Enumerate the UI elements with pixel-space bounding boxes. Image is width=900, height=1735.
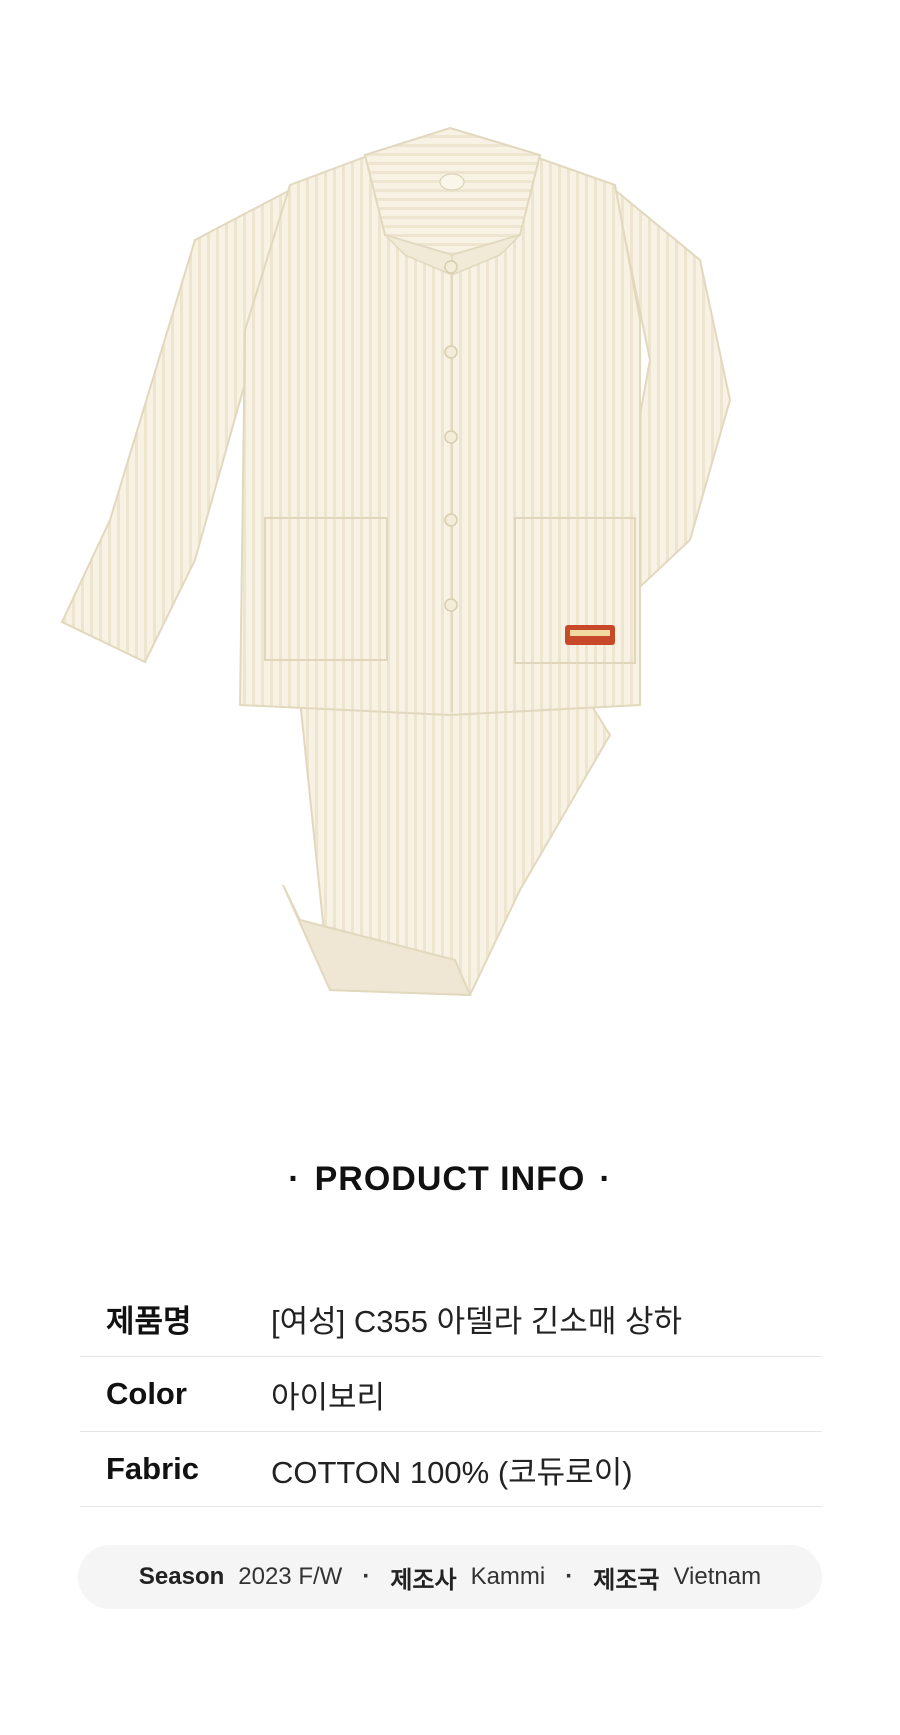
meta-separator: · <box>565 1563 574 1590</box>
country-label: 제조국 <box>593 1566 660 1594</box>
maker-label: 제조사 <box>390 1566 457 1594</box>
info-row-fabric: Fabric COTTON 100% (코듀로이) <box>80 1432 822 1507</box>
info-row-color: Color 아이보리 <box>80 1357 822 1432</box>
title-dot-left: · <box>288 1160 301 1198</box>
country-value: Vietnam <box>673 1563 762 1590</box>
title-text: PRODUCT INFO <box>314 1160 586 1198</box>
jacket-body <box>238 126 641 717</box>
product-info-table: 제품명 [여성] C355 아델라 긴소매 상하 Color 아이보리 Fabr… <box>80 1280 822 1507</box>
info-value: [여성] C355 아델라 긴소매 상하 <box>271 1303 682 1339</box>
info-label: Fabric <box>106 1451 200 1486</box>
section-title: · PRODUCT INFO · <box>0 1160 900 1199</box>
info-value: 아이보리 <box>271 1379 386 1415</box>
product-image <box>60 126 732 997</box>
season-value: 2023 F/W <box>238 1563 343 1590</box>
info-label: Color <box>106 1376 187 1411</box>
maker-value: Kammi <box>470 1563 546 1590</box>
season-label: Season <box>138 1563 225 1590</box>
info-label: 제품명 <box>106 1303 192 1339</box>
meta-summary: Season 2023 F/W · 제조사 Kammi · 제조국 Vietna… <box>78 1545 822 1609</box>
info-row-product-name: 제품명 [여성] C355 아델라 긴소매 상하 <box>80 1280 822 1357</box>
title-dot-right: · <box>599 1160 612 1198</box>
info-value: COTTON 100% (코듀로이) <box>271 1454 633 1490</box>
meta-separator: · <box>362 1563 371 1590</box>
